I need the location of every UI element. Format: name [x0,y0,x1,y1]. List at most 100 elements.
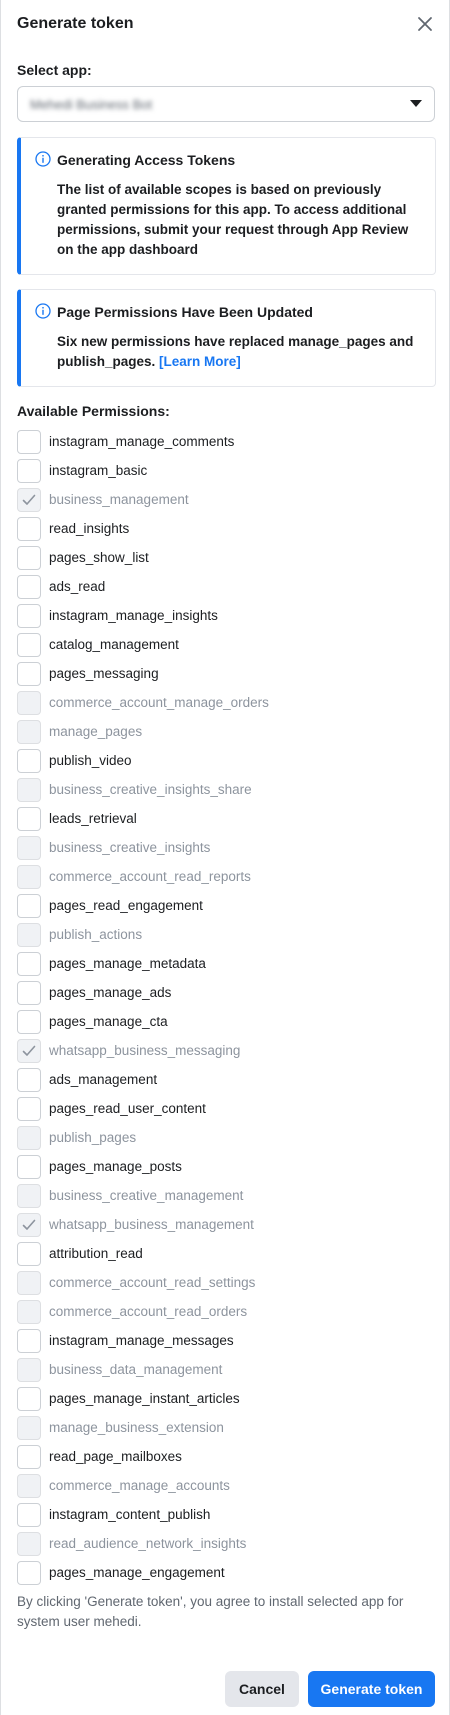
permission-row[interactable]: pages_messaging [17,659,437,688]
permission-checkbox[interactable] [17,1328,41,1353]
learn-more-link[interactable]: [Learn More] [159,354,241,369]
permission-checkbox[interactable] [17,458,41,483]
info-icon [35,303,51,324]
permission-row[interactable]: read_page_mailboxes [17,1442,437,1471]
permission-checkbox[interactable] [17,661,41,686]
permission-checkbox[interactable] [17,1067,41,1092]
notice-title: Page Permissions Have Been Updated [57,304,313,320]
permission-checkbox[interactable] [17,632,41,657]
permission-name: read_insights [49,521,130,536]
permission-row[interactable]: pages_manage_metadata [17,949,437,978]
permission-checkbox [17,1270,41,1295]
permission-checkbox[interactable] [17,893,41,918]
permission-checkbox[interactable] [17,748,41,773]
permission-checkbox[interactable] [17,603,41,628]
permission-row: commerce_account_read_reports [17,862,437,891]
permission-row[interactable]: publish_video [17,746,437,775]
permission-checkbox [17,1183,41,1208]
permission-checkbox [17,1357,41,1382]
permission-row: publish_pages [17,1123,437,1152]
generate-token-button[interactable]: Generate token [308,1671,435,1707]
permission-row[interactable]: pages_manage_engagement [17,1558,437,1587]
permission-row[interactable]: instagram_basic [17,456,437,485]
permission-name: pages_manage_posts [49,1159,182,1174]
permission-checkbox [17,1038,41,1063]
permission-name: ads_management [49,1072,158,1087]
permission-checkbox [17,1299,41,1324]
permission-checkbox[interactable] [17,516,41,541]
permission-checkbox[interactable] [17,1154,41,1179]
permission-row[interactable]: instagram_manage_comments [17,427,437,456]
permission-checkbox [17,1212,41,1237]
close-icon[interactable] [413,12,437,36]
generate-token-dialog: Generate token Select app: Mehedi Busine… [0,0,450,1715]
permission-name: pages_manage_cta [49,1014,168,1029]
permission-row: commerce_account_read_orders [17,1297,437,1326]
permission-row: business_creative_insights [17,833,437,862]
permission-name: instagram_content_publish [49,1507,211,1522]
permission-checkbox[interactable] [17,1241,41,1266]
permission-name: business_creative_insights_share [49,782,252,797]
dialog-header: Generate token [17,10,437,38]
permission-checkbox [17,487,41,512]
permission-row[interactable]: pages_manage_instant_articles [17,1384,437,1413]
permission-row[interactable]: pages_manage_cta [17,1007,437,1036]
permission-name: instagram_basic [49,463,148,478]
permission-name: business_management [49,492,189,507]
permission-checkbox [17,1125,41,1150]
permission-checkbox[interactable] [17,1444,41,1469]
permission-name: manage_business_extension [49,1420,224,1435]
permission-name: commerce_account_read_settings [49,1275,256,1290]
permission-row[interactable]: instagram_manage_messages [17,1326,437,1355]
notice-body: The list of available scopes is based on… [57,182,409,257]
permission-row[interactable]: read_insights [17,514,437,543]
permission-row[interactable]: pages_show_list [17,543,437,572]
permission-name: pages_show_list [49,550,149,565]
permission-row[interactable]: leads_retrieval [17,804,437,833]
permission-name: whatsapp_business_management [49,1217,254,1232]
permission-name: instagram_manage_messages [49,1333,234,1348]
permission-checkbox[interactable] [17,980,41,1005]
permission-checkbox[interactable] [17,951,41,976]
permission-checkbox[interactable] [17,429,41,454]
permission-checkbox[interactable] [17,545,41,570]
permission-row[interactable]: pages_read_engagement [17,891,437,920]
permission-row: publish_actions [17,920,437,949]
permission-name: commerce_manage_accounts [49,1478,230,1493]
permission-checkbox [17,922,41,947]
permission-row[interactable]: instagram_content_publish [17,1500,437,1529]
permission-checkbox [17,777,41,802]
permission-name: pages_manage_ads [49,985,172,1000]
checkmark-icon [22,1045,36,1056]
select-app-label: Select app: [17,62,92,78]
permission-row[interactable]: pages_read_user_content [17,1094,437,1123]
permission-row[interactable]: catalog_management [17,630,437,659]
checkmark-icon [22,494,36,505]
access-token-notice: Generating Access Tokens The list of ava… [17,137,436,275]
permission-row: whatsapp_business_messaging [17,1036,437,1065]
permission-checkbox[interactable] [17,1386,41,1411]
permission-row[interactable]: pages_manage_ads [17,978,437,1007]
permission-row[interactable]: ads_management [17,1065,437,1094]
permission-checkbox [17,719,41,744]
consent-text: By clicking 'Generate token', you agree … [17,1594,404,1629]
permission-name: attribution_read [49,1246,143,1261]
permission-checkbox[interactable] [17,806,41,831]
permissions-list: instagram_manage_comments instagram_basic… [17,427,437,1587]
caret-down-icon [410,95,422,113]
permission-row[interactable]: ads_read [17,572,437,601]
app-select[interactable]: Mehedi Business Bot [17,86,435,122]
permission-checkbox[interactable] [17,1009,41,1034]
permission-checkbox[interactable] [17,1502,41,1527]
permission-checkbox [17,835,41,860]
permission-checkbox[interactable] [17,574,41,599]
permission-name: pages_manage_metadata [49,956,206,971]
cancel-button[interactable]: Cancel [225,1671,299,1707]
notice-body: Six new permissions have replaced manage… [57,332,419,372]
permission-checkbox[interactable] [17,1560,41,1585]
permission-checkbox[interactable] [17,1096,41,1121]
permission-row[interactable]: instagram_manage_insights [17,601,437,630]
permission-row[interactable]: attribution_read [17,1239,437,1268]
permission-row[interactable]: pages_manage_posts [17,1152,437,1181]
permission-row: business_creative_management [17,1181,437,1210]
